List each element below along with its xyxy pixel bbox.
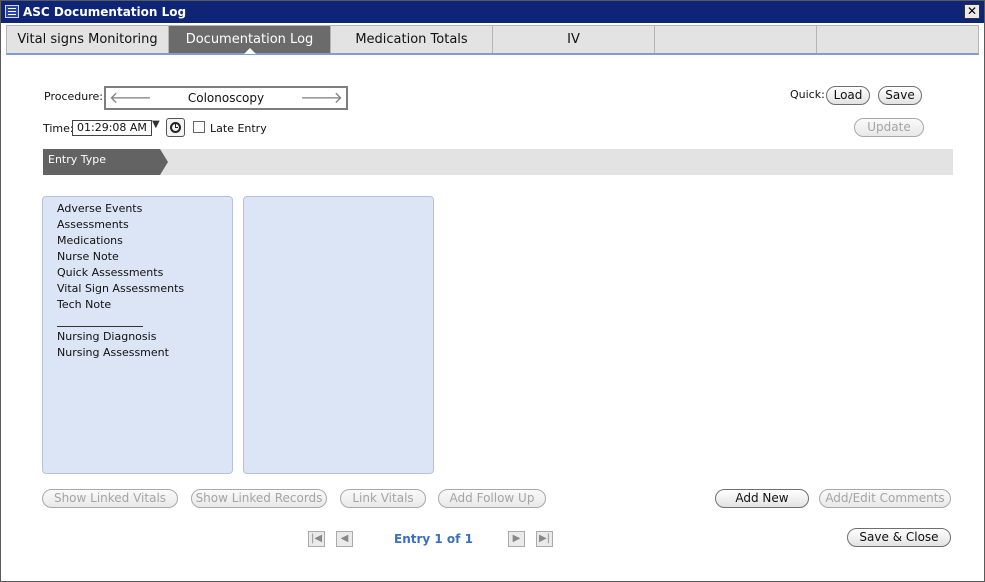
tab-bar: Vital signs Monitoring Documentation Log…	[6, 25, 979, 55]
add-edit-comments-button[interactable]: Add/Edit Comments	[819, 489, 951, 508]
list-item-nursing-assessment[interactable]: Nursing Assessment	[57, 346, 169, 359]
add-follow-up-button[interactable]: Add Follow Up	[438, 489, 546, 508]
late-entry-label: Late Entry	[210, 122, 267, 135]
next-page-icon[interactable]: ▶	[508, 531, 525, 547]
last-page-icon[interactable]: ▶|	[536, 531, 553, 547]
quick-label: Quick:	[790, 88, 825, 101]
time-label: Time:	[43, 122, 74, 135]
procedure-label: Procedure:	[44, 90, 103, 103]
window-title: ASC Documentation Log	[23, 5, 187, 19]
right-arrow-icon[interactable]: 🡒	[300, 89, 343, 107]
pager-status: Entry 1 of 1	[394, 532, 473, 546]
time-input[interactable]: 01:29:08 AM	[72, 120, 152, 136]
entry-type-band: Entry Type	[43, 149, 953, 175]
late-entry-checkbox[interactable]	[193, 121, 205, 133]
list-item-tech-note[interactable]: Tech Note	[57, 298, 111, 311]
show-linked-vitals-button[interactable]: Show Linked Vitals	[42, 489, 178, 508]
list-item-adverse-events[interactable]: Adverse Events	[57, 202, 142, 215]
list-item-nurse-note[interactable]: Nurse Note	[57, 250, 119, 263]
clock-icon	[170, 122, 181, 133]
previous-page-icon[interactable]: ◀	[336, 531, 353, 547]
entry-type-list: Adverse Events Assessments Medications N…	[42, 196, 233, 474]
list-item-vital-sign-assessments[interactable]: Vital Sign Assessments	[57, 282, 184, 295]
list-item-assessments[interactable]: Assessments	[57, 218, 129, 231]
tab-empty-2[interactable]	[817, 26, 978, 53]
list-item-medications[interactable]: Medications	[57, 234, 123, 247]
quick-save-button[interactable]: Save	[878, 86, 922, 105]
clock-button[interactable]	[166, 118, 185, 137]
procedure-value: Colonoscopy	[187, 91, 265, 105]
list-item-nursing-diagnosis[interactable]: Nursing Diagnosis	[57, 330, 156, 343]
tab-iv[interactable]: IV	[493, 26, 655, 53]
entry-type-breadcrumb[interactable]: Entry Type	[43, 149, 168, 175]
tab-empty-1[interactable]	[655, 26, 817, 53]
quick-load-button[interactable]: Load	[826, 86, 870, 105]
title-bar: ASC Documentation Log ✕	[1, 1, 984, 23]
procedure-selector: 🡐 Colonoscopy 🡒	[104, 86, 348, 110]
list-item-quick-assessments[interactable]: Quick Assessments	[57, 266, 163, 279]
close-button[interactable]: ✕	[964, 4, 980, 19]
tab-vital-signs-monitoring[interactable]: Vital signs Monitoring	[7, 26, 169, 53]
time-dropdown-icon[interactable]: ▼	[152, 119, 160, 130]
link-vitals-button[interactable]: Link Vitals	[340, 489, 426, 508]
entry-subtype-list	[243, 196, 434, 474]
add-new-button[interactable]: Add New	[715, 489, 809, 508]
save-and-close-button[interactable]: Save & Close	[847, 528, 951, 547]
tab-documentation-log[interactable]: Documentation Log	[169, 26, 331, 54]
update-button[interactable]: Update	[854, 118, 924, 137]
show-linked-records-button[interactable]: Show Linked Records	[191, 489, 327, 508]
documentation-log-window: ASC Documentation Log ✕ Vital signs Moni…	[0, 0, 985, 582]
tab-medication-totals[interactable]: Medication Totals	[331, 26, 493, 53]
first-page-icon[interactable]: |◀	[308, 531, 325, 547]
app-icon	[5, 5, 19, 18]
list-separator	[57, 326, 143, 327]
